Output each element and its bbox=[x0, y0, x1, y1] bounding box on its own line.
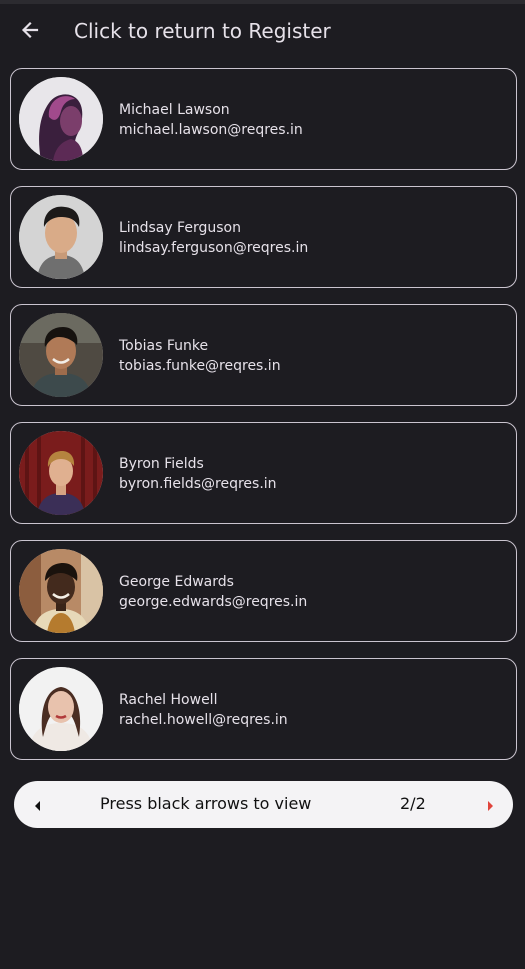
avatar bbox=[19, 667, 103, 751]
back-button[interactable] bbox=[14, 14, 46, 50]
pagination-bar: Press black arrows to view 2/2 bbox=[14, 781, 513, 828]
arrow-left-icon bbox=[20, 20, 40, 44]
pagination-hint: Press black arrows to view bbox=[100, 794, 312, 813]
user-card[interactable]: George Edwards george.edwards@reqres.in bbox=[10, 540, 517, 642]
user-email: michael.lawson@reqres.in bbox=[119, 122, 303, 138]
user-email: lindsay.ferguson@reqres.in bbox=[119, 240, 309, 256]
app-bar: Click to return to Register bbox=[0, 4, 525, 60]
next-page-button[interactable] bbox=[480, 793, 500, 817]
user-card[interactable]: Michael Lawson michael.lawson@reqres.in bbox=[10, 68, 517, 170]
previous-page-button[interactable] bbox=[28, 793, 48, 817]
page-indicator: 2/2 bbox=[400, 794, 426, 813]
avatar bbox=[19, 431, 103, 515]
user-name: Michael Lawson bbox=[119, 102, 230, 118]
avatar bbox=[19, 195, 103, 279]
user-name: Tobias Funke bbox=[119, 338, 209, 354]
caret-left-icon bbox=[34, 796, 42, 815]
avatar bbox=[19, 77, 103, 161]
user-name: Rachel Howell bbox=[119, 692, 218, 708]
avatar bbox=[19, 549, 103, 633]
user-email: george.edwards@reqres.in bbox=[119, 594, 308, 610]
page-title: Click to return to Register bbox=[74, 19, 331, 43]
user-email: byron.fields@reqres.in bbox=[119, 476, 277, 492]
user-name: Byron Fields bbox=[119, 456, 204, 472]
user-email: rachel.howell@reqres.in bbox=[119, 712, 288, 728]
user-name: Lindsay Ferguson bbox=[119, 220, 241, 236]
user-email: tobias.funke@reqres.in bbox=[119, 358, 281, 374]
user-list: Michael Lawson michael.lawson@reqres.in … bbox=[10, 68, 517, 776]
user-card[interactable]: Tobias Funke tobias.funke@reqres.in bbox=[10, 304, 517, 406]
user-card[interactable]: Byron Fields byron.fields@reqres.in bbox=[10, 422, 517, 524]
user-name: George Edwards bbox=[119, 574, 234, 590]
avatar bbox=[19, 313, 103, 397]
user-card[interactable]: Rachel Howell rachel.howell@reqres.in bbox=[10, 658, 517, 760]
caret-right-icon bbox=[486, 796, 494, 815]
user-card[interactable]: Lindsay Ferguson lindsay.ferguson@reqres… bbox=[10, 186, 517, 288]
